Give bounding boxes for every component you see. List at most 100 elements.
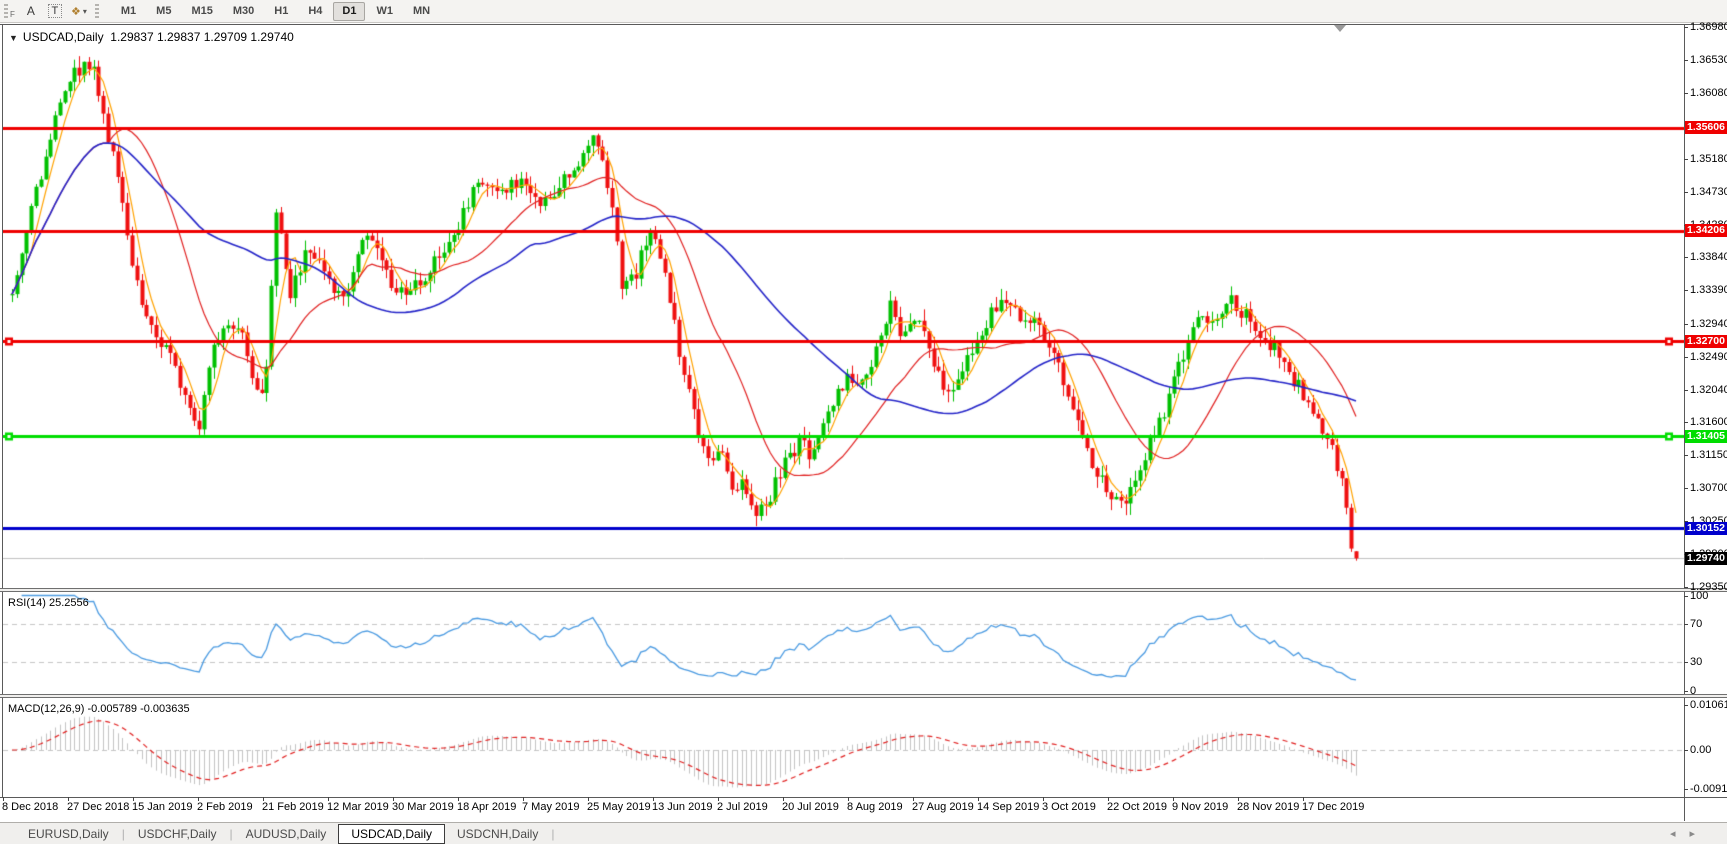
toolbar-grip[interactable] <box>4 4 8 18</box>
price-tag-1.29740: 1.29740 <box>1685 552 1727 565</box>
date-tick-13 <box>848 797 849 801</box>
date-label-4: 21 Feb 2019 <box>262 801 324 813</box>
chart-tabs: EURUSD,Daily|USDCHF,Daily|AUDUSD,DailyUS… <box>16 824 555 844</box>
timeframe-button-H4[interactable]: H4 <box>299 2 331 21</box>
date-tick-20 <box>1303 797 1304 801</box>
date-tick-8 <box>523 797 524 801</box>
date-label-13: 8 Aug 2019 <box>847 801 903 813</box>
price-tick-1.31600: 1.31600 <box>1690 416 1727 428</box>
timeframe-button-M5[interactable]: M5 <box>147 2 180 21</box>
symbol-period-label: USDCAD,Daily <box>23 30 104 44</box>
price-tick-1.32940: 1.32940 <box>1690 318 1727 330</box>
tab-USDCAD[interactable]: USDCAD,Daily <box>338 824 445 844</box>
price-tick-1.34730: 1.34730 <box>1690 186 1727 198</box>
macd-pane-splitter[interactable] <box>0 694 1727 698</box>
text-tool-button[interactable]: A <box>21 2 41 21</box>
tab-USDCHF[interactable]: USDCHF,Daily <box>126 824 229 844</box>
chart-tab-bar: EURUSD,Daily|USDCHF,Daily|AUDUSD,DailyUS… <box>0 822 1727 844</box>
rsi-pane-splitter[interactable] <box>0 588 1727 592</box>
price-tag-1.31405: 1.31405 <box>1685 430 1727 443</box>
date-label-15: 14 Sep 2019 <box>977 801 1039 813</box>
text-tool-icon: A <box>27 4 35 18</box>
date-tick-9 <box>588 797 589 801</box>
date-label-11: 2 Jul 2019 <box>717 801 768 813</box>
date-tick-3 <box>198 797 199 801</box>
dropdown-caret-icon: ▾ <box>83 7 87 16</box>
tab-AUDUSD[interactable]: AUDUSD,Daily <box>234 824 339 844</box>
date-label-19: 28 Nov 2019 <box>1237 801 1299 813</box>
date-label-9: 25 May 2019 <box>587 801 651 813</box>
date-tick-1 <box>68 797 69 801</box>
label-tool-icon: T <box>48 4 63 18</box>
price-tick-1.32490: 1.32490 <box>1690 351 1727 363</box>
date-label-0: 8 Dec 2018 <box>2 801 58 813</box>
price-tick-1.33390: 1.33390 <box>1690 284 1727 296</box>
chart-shift-marker-icon[interactable] <box>1334 25 1346 32</box>
rsi-indicator-canvas[interactable] <box>3 592 1684 694</box>
date-label-8: 7 May 2019 <box>522 801 579 813</box>
macd-label: MACD(12,26,9) -0.005789 -0.003635 <box>8 703 190 715</box>
price-tick-1.33840: 1.33840 <box>1690 251 1727 263</box>
timeframe-button-MN[interactable]: MN <box>404 2 439 21</box>
date-tick-16 <box>1043 797 1044 801</box>
timeframe-button-M1[interactable]: M1 <box>112 2 145 21</box>
date-tick-19 <box>1238 797 1239 801</box>
timeframe-button-W1[interactable]: W1 <box>367 2 402 21</box>
collapse-triangle-icon[interactable]: ▼ <box>9 33 18 43</box>
timeframe-button-group: M1M5M15M30H1H4D1W1MN <box>111 2 440 21</box>
arrows-tool-icon: ❖ <box>71 5 81 18</box>
price-tag-1.35606: 1.35606 <box>1685 121 1727 134</box>
timeframe-button-D1[interactable]: D1 <box>333 2 365 21</box>
date-label-2: 15 Jan 2019 <box>132 801 193 813</box>
rsi-tick-70: 70 <box>1690 618 1702 630</box>
date-tick-15 <box>978 797 979 801</box>
rsi-tick-100: 100 <box>1690 590 1708 602</box>
rsi-tick-30: 30 <box>1690 656 1702 668</box>
toolbar-grip-2[interactable] <box>95 4 99 18</box>
chart-title: ▼ USDCAD,Daily 1.29837 1.29837 1.29709 1.… <box>9 30 294 44</box>
price-tick-1.36080: 1.36080 <box>1690 87 1727 99</box>
date-label-6: 30 Mar 2019 <box>392 801 454 813</box>
date-label-16: 3 Oct 2019 <box>1042 801 1096 813</box>
tab-separator: | <box>550 827 555 841</box>
macd-indicator-canvas[interactable] <box>3 698 1684 797</box>
date-tick-0 <box>3 797 4 801</box>
macd-pane-bottom-border <box>0 797 1727 798</box>
date-label-10: 13 Jun 2019 <box>652 801 713 813</box>
price-tag-1.34206: 1.34206 <box>1685 224 1727 237</box>
f-icon: F <box>10 10 15 19</box>
price-tick-1.32040: 1.32040 <box>1690 384 1727 396</box>
price-tick-1.35180: 1.35180 <box>1690 153 1727 165</box>
arrows-tool-button[interactable]: ❖ ▾ <box>69 2 89 21</box>
price-tick-1.31150: 1.31150 <box>1690 449 1727 461</box>
date-tick-10 <box>653 797 654 801</box>
macd-tick-0.00: 0.00 <box>1690 744 1711 756</box>
date-tick-12 <box>783 797 784 801</box>
price-tick-1.36980: 1.36980 <box>1690 21 1727 33</box>
tabs-scroll-right-icon[interactable]: ▸ <box>1689 828 1709 840</box>
price-chart-canvas[interactable] <box>3 25 1684 588</box>
ohlc-values: 1.29837 1.29837 1.29709 1.29740 <box>110 30 294 44</box>
date-label-17: 22 Oct 2019 <box>1107 801 1167 813</box>
trading-platform-window: F A T ❖ ▾ M1M5M15M30H1H4D1W1MN ▼ USDCAD,D… <box>0 0 1727 844</box>
date-tick-14 <box>913 797 914 801</box>
timeframe-button-H1[interactable]: H1 <box>265 2 297 21</box>
date-label-12: 20 Jul 2019 <box>782 801 839 813</box>
price-tag-1.30152: 1.30152 <box>1685 522 1727 535</box>
price-tag-1.32700: 1.32700 <box>1685 335 1727 348</box>
tabs-scroll-left-icon[interactable]: ◂ <box>1670 828 1690 840</box>
timeframe-button-M30[interactable]: M30 <box>224 2 263 21</box>
date-label-14: 27 Aug 2019 <box>912 801 974 813</box>
timeframe-button-M15[interactable]: M15 <box>182 2 221 21</box>
top-toolbar: F A T ❖ ▾ M1M5M15M30H1H4D1W1MN <box>0 0 1727 23</box>
tab-USDCNH[interactable]: USDCNH,Daily <box>445 824 550 844</box>
label-tool-button[interactable]: T <box>45 2 65 21</box>
date-label-7: 18 Apr 2019 <box>457 801 516 813</box>
rsi-label: RSI(14) 25.2556 <box>8 597 89 609</box>
date-label-3: 2 Feb 2019 <box>197 801 253 813</box>
tab-EURUSD[interactable]: EURUSD,Daily <box>16 824 121 844</box>
date-tick-5 <box>328 797 329 801</box>
rsi-tick-0: 0 <box>1690 685 1696 697</box>
date-tick-17 <box>1108 797 1109 801</box>
macd-tick--0.009181: -0.009181 <box>1690 783 1727 795</box>
